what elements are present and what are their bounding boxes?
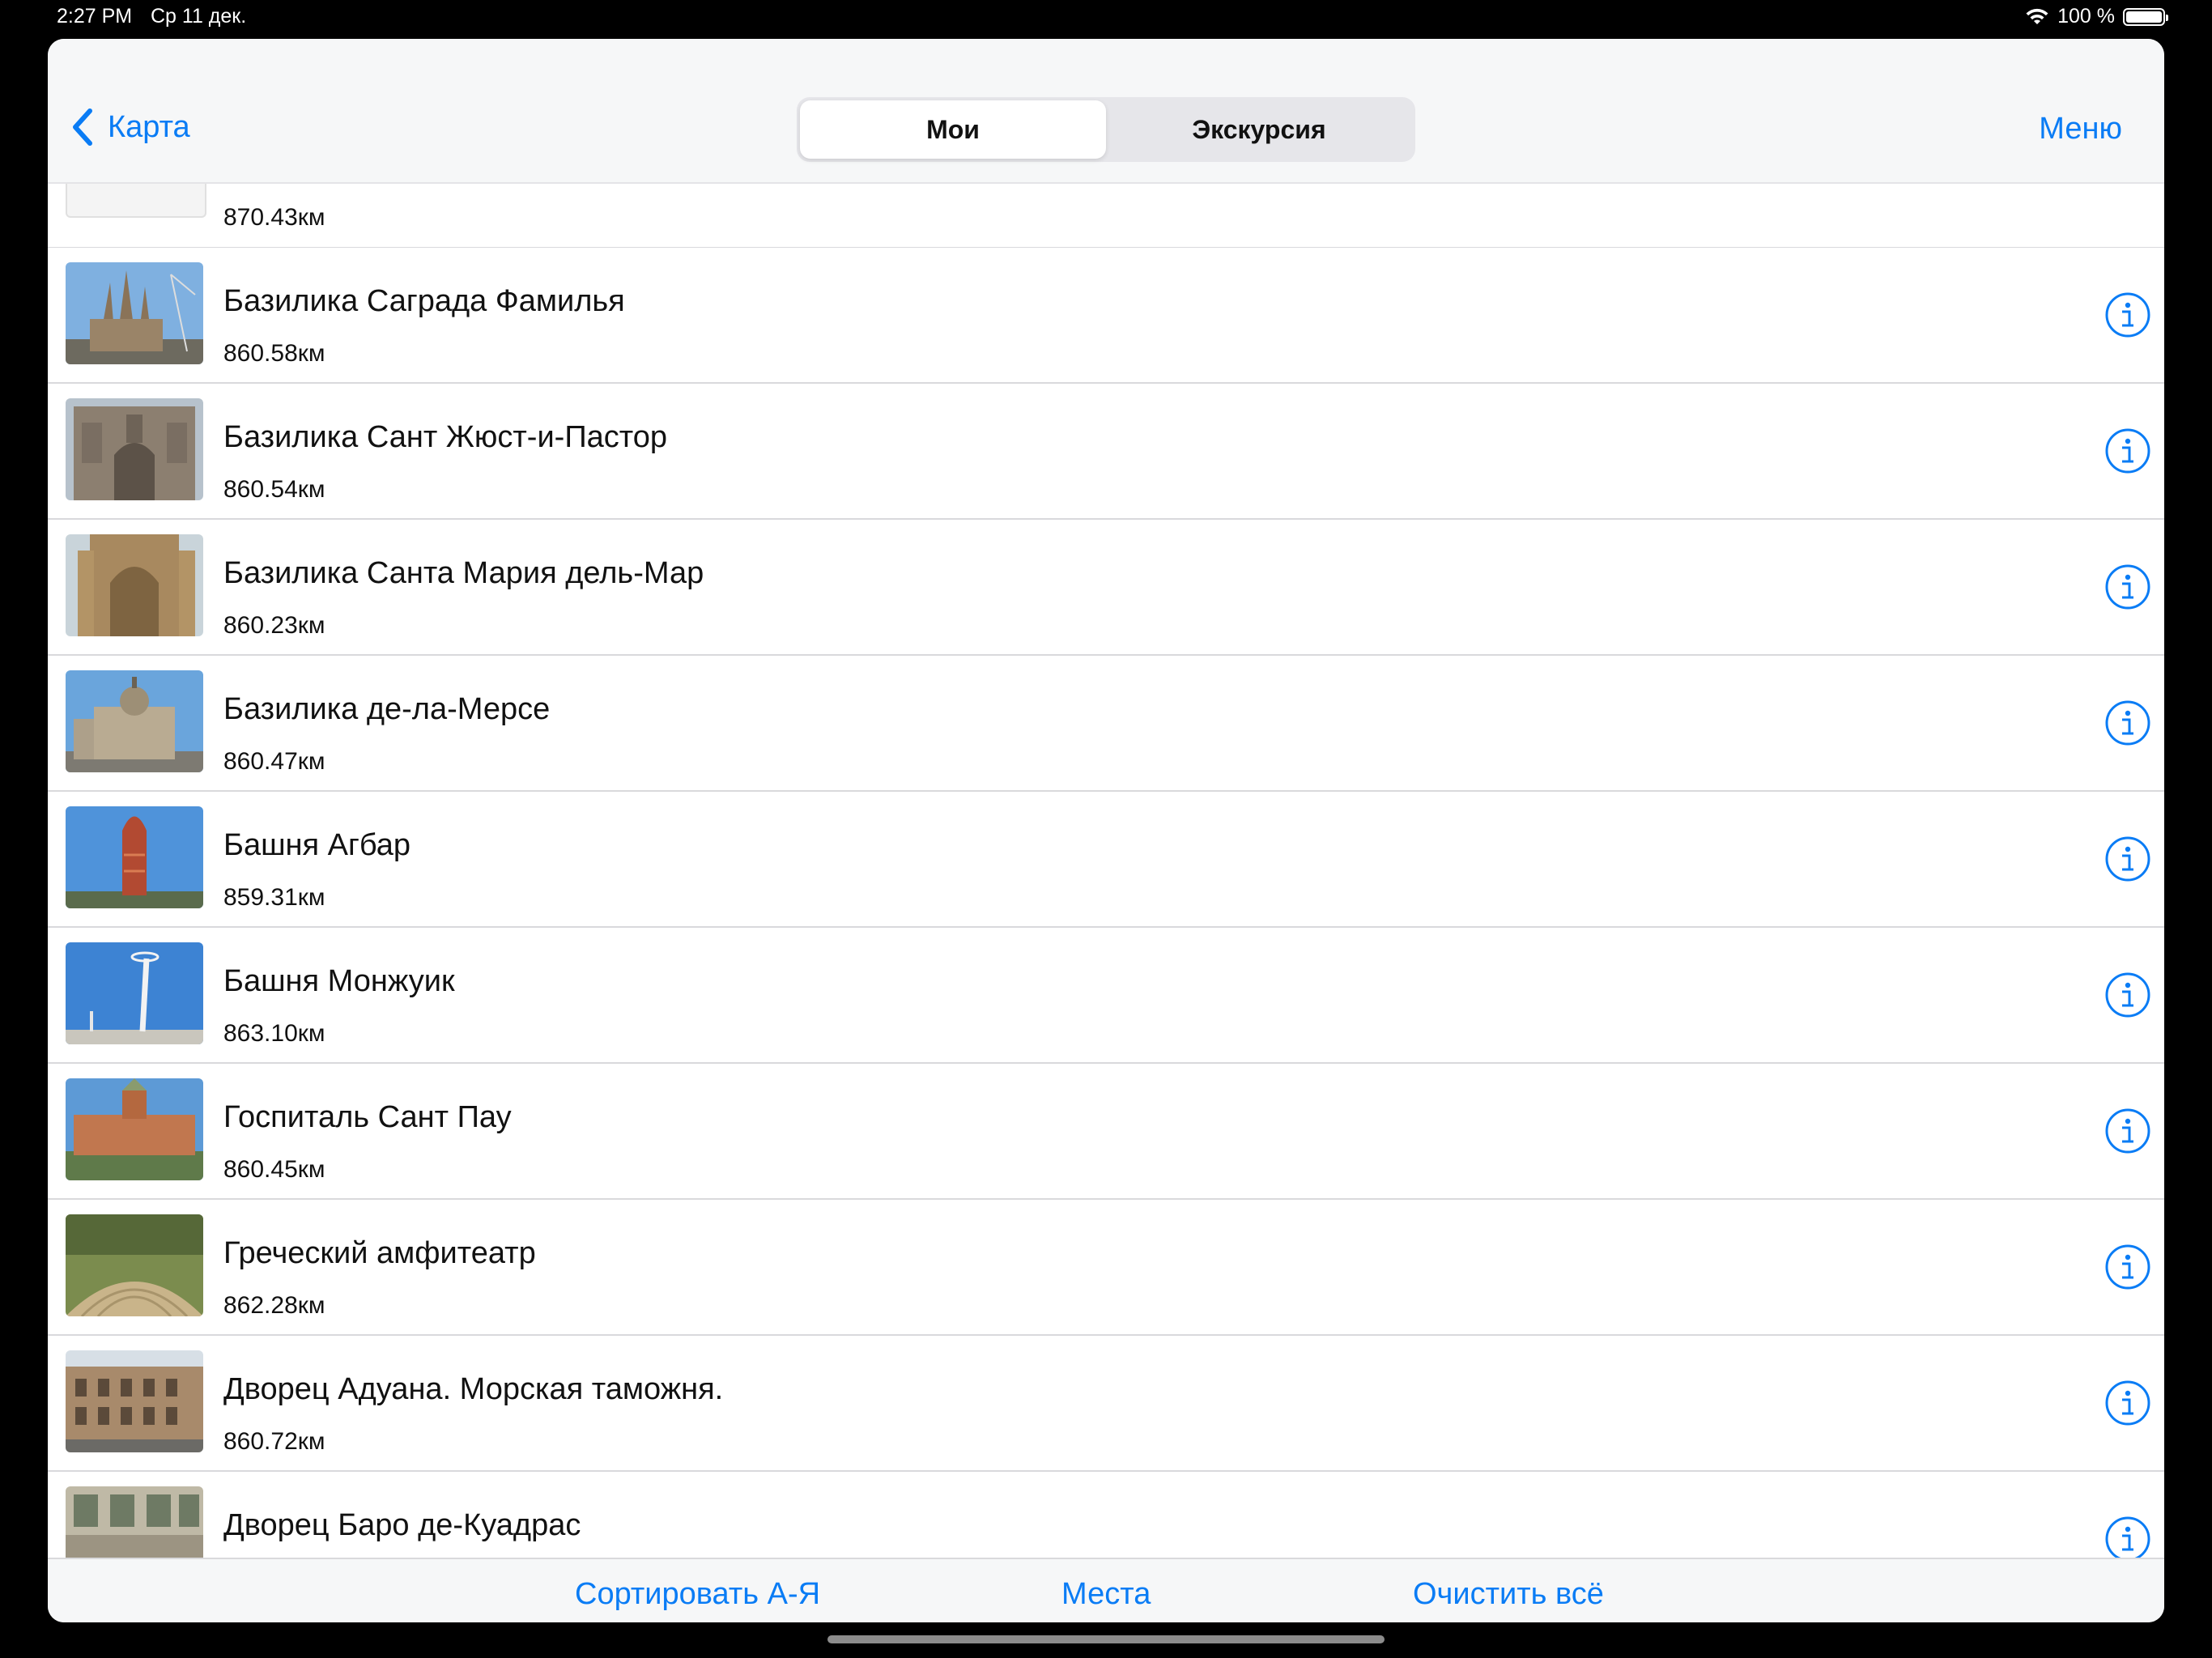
info-icon[interactable] bbox=[2104, 971, 2151, 1018]
places-sheet: Карта Мои Экскурсия Меню 870.43км Базили… bbox=[48, 39, 2164, 1622]
info-icon[interactable] bbox=[2104, 427, 2151, 474]
info-icon[interactable] bbox=[2104, 1380, 2151, 1426]
info-icon[interactable] bbox=[2104, 1107, 2151, 1154]
place-distance: 860.54км bbox=[223, 476, 325, 503]
list-item[interactable]: Базилика Санта Мария дель-Мар 860.23км bbox=[48, 520, 2164, 656]
bottom-toolbar: Сортировать А-Я Места Очистить всё bbox=[48, 1558, 2164, 1622]
place-title: Базилика де-ла-Мерсе bbox=[223, 692, 551, 726]
status-indicators: 100 % bbox=[2025, 5, 2168, 28]
clear-all-button[interactable]: Очистить всё bbox=[1413, 1577, 1604, 1612]
places-list[interactable]: 870.43км Базилика Саграда Фамилья 860.58к… bbox=[48, 184, 2164, 1558]
list-item[interactable]: Дворец Адуана. Морская таможня. 860.72км bbox=[48, 1336, 2164, 1472]
place-thumbnail bbox=[66, 806, 203, 908]
place-thumbnail bbox=[66, 262, 203, 364]
segmented-control: Мои Экскурсия bbox=[797, 97, 1415, 162]
battery-percent: 100 % bbox=[2057, 5, 2115, 28]
place-thumbnail bbox=[66, 1078, 203, 1180]
list-item[interactable]: Греческий амфитеатр 862.28км bbox=[48, 1200, 2164, 1336]
info-icon[interactable] bbox=[2104, 1516, 2151, 1558]
chevron-left-icon bbox=[73, 108, 92, 146]
segment-my[interactable]: Мои bbox=[800, 100, 1106, 159]
place-thumbnail bbox=[66, 670, 203, 772]
place-thumbnail bbox=[66, 184, 206, 218]
battery-icon bbox=[2123, 7, 2168, 26]
list-item[interactable]: Башня Монжуик 863.10км bbox=[48, 928, 2164, 1064]
place-thumbnail bbox=[66, 1486, 203, 1558]
menu-button[interactable]: Меню bbox=[2039, 112, 2122, 147]
place-distance: 860.58км bbox=[223, 340, 325, 367]
status-bar: 2:27 PM Ср 11 дек. 100 % bbox=[0, 0, 2212, 34]
place-distance: 860.23км bbox=[223, 612, 325, 639]
list-item-partial[interactable]: 870.43км bbox=[48, 184, 2164, 249]
list-item[interactable]: Госпиталь Сант Пау 860.45км bbox=[48, 1064, 2164, 1200]
place-title: Госпиталь Сант Пау bbox=[223, 1100, 512, 1134]
list-item[interactable]: Базилика Саграда Фамилья 860.58км bbox=[48, 248, 2164, 384]
place-title: Базилика Саграда Фамилья bbox=[223, 284, 625, 318]
navigation-bar: Карта Мои Экскурсия Меню bbox=[48, 39, 2164, 184]
place-distance: 870.43км bbox=[223, 204, 325, 231]
place-distance: 859.31км bbox=[223, 884, 325, 911]
info-icon[interactable] bbox=[2104, 291, 2151, 338]
status-time: 2:27 PM bbox=[57, 5, 133, 28]
place-thumbnail bbox=[66, 398, 203, 500]
place-distance: 860.72км bbox=[223, 1428, 325, 1455]
place-distance: 860.47км bbox=[223, 748, 325, 775]
back-button-label: Карта bbox=[108, 109, 190, 144]
info-icon[interactable] bbox=[2104, 835, 2151, 882]
place-title: Базилика Санта Мария дель-Мар bbox=[223, 556, 704, 590]
place-thumbnail bbox=[66, 942, 203, 1044]
ipad-screen: 2:27 PM Ср 11 дек. 100 % Карта Мои Экску… bbox=[0, 0, 2212, 1658]
place-title: Дворец Баро де-Куадрас bbox=[223, 1508, 581, 1542]
place-thumbnail bbox=[66, 1214, 203, 1316]
home-indicator bbox=[827, 1635, 1385, 1643]
back-button[interactable]: Карта bbox=[72, 108, 190, 147]
list-item[interactable]: Базилика Сант Жюст-и-Пастор 860.54км bbox=[48, 384, 2164, 520]
info-icon[interactable] bbox=[2104, 1244, 2151, 1290]
info-icon[interactable] bbox=[2104, 563, 2151, 610]
place-distance: 862.28км bbox=[223, 1292, 325, 1319]
places-button[interactable]: Места bbox=[1061, 1577, 1151, 1612]
place-title: Дворец Адуана. Морская таможня. bbox=[223, 1372, 724, 1406]
list-item[interactable]: Башня Агбар 859.31км bbox=[48, 792, 2164, 928]
place-rows: Базилика Саграда Фамилья 860.58км Базилика… bbox=[48, 248, 2164, 1558]
sort-az-button[interactable]: Сортировать А-Я bbox=[575, 1577, 820, 1612]
list-item[interactable]: Базилика де-ла-Мерсе 860.47км bbox=[48, 656, 2164, 792]
place-thumbnail bbox=[66, 1350, 203, 1452]
info-icon[interactable] bbox=[2104, 699, 2151, 746]
wifi-icon bbox=[2026, 8, 2048, 24]
place-thumbnail bbox=[66, 534, 203, 636]
place-title: Базилика Сант Жюст-и-Пастор bbox=[223, 420, 668, 454]
place-title: Башня Монжуик bbox=[223, 964, 455, 998]
place-distance: 860.45км bbox=[223, 1156, 325, 1183]
place-title: Греческий амфитеатр bbox=[223, 1236, 536, 1270]
place-title: Башня Агбар bbox=[223, 828, 411, 862]
list-item[interactable]: Дворец Баро де-Куадрас bbox=[48, 1472, 2164, 1558]
segment-excursion[interactable]: Экскурсия bbox=[1106, 100, 1412, 159]
place-distance: 863.10км bbox=[223, 1020, 325, 1047]
status-date: Ср 11 дек. bbox=[151, 5, 247, 28]
